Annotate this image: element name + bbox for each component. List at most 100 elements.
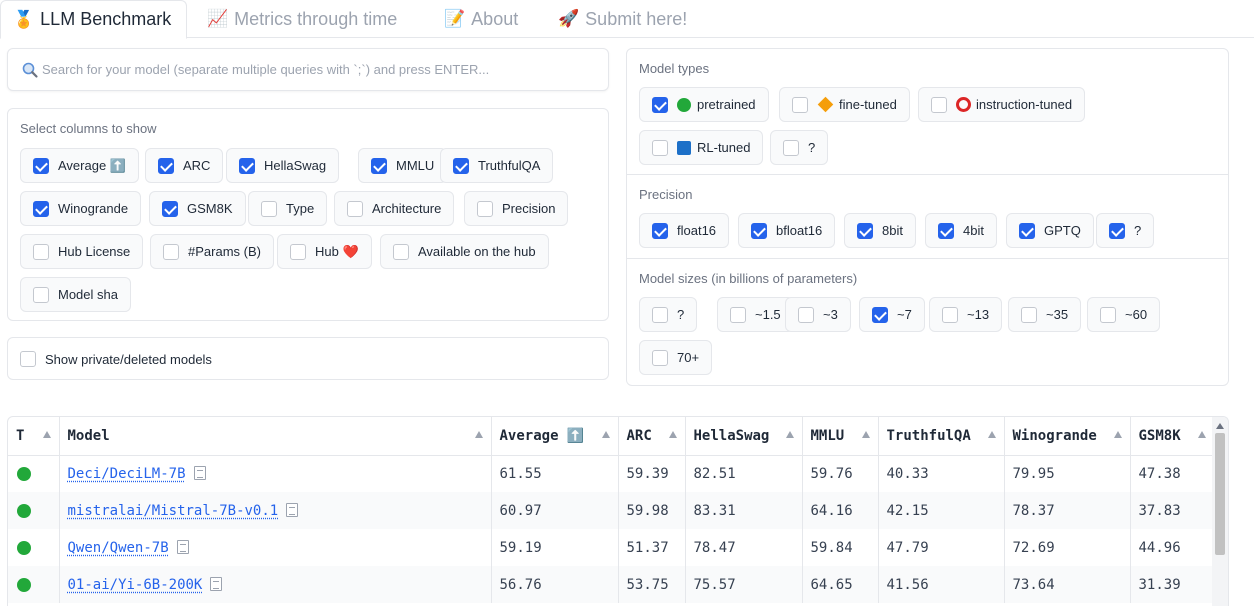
checkbox[interactable] <box>857 222 873 239</box>
sort-arrow-icon[interactable] <box>42 431 51 438</box>
checkbox[interactable] <box>1019 222 1035 239</box>
sort-arrow-icon[interactable] <box>474 431 483 438</box>
details-icon[interactable] <box>286 502 299 517</box>
checkbox[interactable] <box>347 200 363 217</box>
filter-chip[interactable]: 4bit <box>925 213 997 248</box>
details-icon[interactable] <box>193 465 206 480</box>
column-header[interactable]: ARC <box>618 417 686 456</box>
checkbox[interactable] <box>792 96 808 113</box>
filter-chip[interactable]: ARC <box>145 148 224 183</box>
column-header[interactable]: GSM8K <box>1130 417 1215 456</box>
filter-chip[interactable]: fine-tuned <box>779 87 910 122</box>
filter-chip[interactable]: Available on the hub <box>380 234 549 269</box>
checkbox[interactable] <box>942 306 958 323</box>
filter-chip[interactable]: bfloat16 <box>738 213 836 248</box>
filter-chip[interactable]: ~3 <box>785 297 851 332</box>
checkbox[interactable] <box>477 200 493 217</box>
details-icon[interactable] <box>210 576 223 591</box>
checkbox[interactable] <box>751 222 767 239</box>
scroll-thumb[interactable] <box>1215 433 1225 555</box>
sort-arrow-icon[interactable] <box>1113 431 1122 438</box>
checkbox[interactable] <box>158 157 174 174</box>
filter-chip[interactable]: Average ⬆️ <box>20 148 139 183</box>
filter-chip[interactable]: Hub License <box>20 234 144 269</box>
filter-chip[interactable]: Hub ❤️ <box>277 234 372 269</box>
filter-chip[interactable]: #Params (B) <box>150 234 274 269</box>
checkbox[interactable] <box>652 306 668 323</box>
filter-chip[interactable]: MMLU <box>358 148 448 183</box>
filter-chip[interactable]: RL-tuned <box>639 130 764 165</box>
column-header[interactable]: TruthfulQA <box>878 417 1005 456</box>
checkbox[interactable] <box>1100 306 1116 323</box>
filter-chip[interactable]: float16 <box>639 213 730 248</box>
checkbox[interactable] <box>261 200 277 217</box>
sort-arrow-icon[interactable] <box>1197 431 1206 438</box>
filter-chip[interactable]: pretrained <box>639 87 769 122</box>
filter-chip[interactable]: Type <box>248 191 328 226</box>
checkbox[interactable] <box>652 139 668 156</box>
filter-chip[interactable]: Model sha <box>20 277 131 312</box>
filter-chip[interactable]: ? <box>639 297 698 332</box>
filter-chip[interactable]: ~35 <box>1008 297 1082 332</box>
checkbox[interactable] <box>652 349 668 366</box>
filter-chip[interactable]: ~7 <box>859 297 925 332</box>
checkbox[interactable] <box>872 306 888 323</box>
private-checkbox-row[interactable]: Show private/deleted models <box>20 351 212 367</box>
column-header[interactable]: MMLU <box>802 417 879 456</box>
search-input[interactable] <box>8 49 608 90</box>
checkbox[interactable] <box>453 157 469 174</box>
sort-arrow-icon[interactable] <box>668 431 677 438</box>
model-link[interactable]: Deci/DeciLM-7B <box>68 466 186 482</box>
filter-chip[interactable]: 70+ <box>639 340 713 375</box>
filter-chip[interactable]: Architecture <box>334 191 455 226</box>
filter-chip[interactable]: 8bit <box>844 213 916 248</box>
checkbox[interactable] <box>730 306 746 323</box>
checkbox[interactable] <box>239 157 255 174</box>
sort-arrow-icon[interactable] <box>785 431 794 438</box>
column-header[interactable]: Winogrande <box>1004 417 1131 456</box>
checkbox[interactable] <box>162 200 178 217</box>
filter-chip[interactable]: GPTQ <box>1006 213 1094 248</box>
checkbox[interactable] <box>1109 222 1125 239</box>
model-link[interactable]: 01-ai/Yi-6B-200K <box>68 577 203 593</box>
filter-chip[interactable]: GSM8K <box>149 191 246 226</box>
checkbox[interactable] <box>371 157 387 174</box>
filter-chip[interactable]: ~13 <box>929 297 1003 332</box>
checkbox[interactable] <box>652 96 668 113</box>
checkbox[interactable] <box>290 243 306 260</box>
model-link[interactable]: mistralai/Mistral-7B-v0.1 <box>68 503 279 519</box>
checkbox[interactable] <box>652 222 668 239</box>
filter-chip[interactable]: Precision <box>464 191 569 226</box>
checkbox[interactable] <box>33 157 49 174</box>
filter-chip[interactable]: HellaSwag <box>226 148 340 183</box>
filter-chip[interactable]: ? <box>1096 213 1155 248</box>
column-header[interactable]: HellaSwag <box>685 417 803 456</box>
details-icon[interactable] <box>176 539 189 554</box>
filter-chip[interactable]: ~1.5 <box>717 297 794 332</box>
filter-chip[interactable]: ~60 <box>1087 297 1161 332</box>
private-checkbox[interactable] <box>20 351 36 367</box>
sort-arrow-icon[interactable] <box>861 431 870 438</box>
column-header[interactable]: T <box>8 417 60 456</box>
filter-chip[interactable]: Winogrande <box>20 191 142 226</box>
checkbox[interactable] <box>33 286 49 303</box>
checkbox[interactable] <box>1021 306 1037 323</box>
checkbox[interactable] <box>33 243 49 260</box>
tab-submit[interactable]: 🚀 Submit here! <box>558 0 687 38</box>
filter-chip[interactable]: instruction-tuned <box>918 87 1086 122</box>
column-header[interactable]: Model <box>59 417 492 456</box>
tab-llm-benchmark[interactable]: 🏅 LLM Benchmark <box>0 0 188 39</box>
table-scrollbar[interactable] <box>1212 417 1228 606</box>
column-header[interactable]: Average ⬆️ <box>491 417 619 456</box>
checkbox[interactable] <box>931 96 947 113</box>
checkbox[interactable] <box>938 222 954 239</box>
checkbox[interactable] <box>33 200 49 217</box>
tab-metrics-through-time[interactable]: 📈 Metrics through time <box>207 0 397 38</box>
model-link[interactable]: Qwen/Qwen-7B <box>68 540 169 556</box>
checkbox[interactable] <box>393 243 409 260</box>
sort-arrow-icon[interactable] <box>987 431 996 438</box>
filter-chip[interactable]: ? <box>770 130 829 165</box>
checkbox[interactable] <box>163 243 179 260</box>
tab-about[interactable]: 📝 About <box>444 0 518 38</box>
checkbox[interactable] <box>798 306 814 323</box>
